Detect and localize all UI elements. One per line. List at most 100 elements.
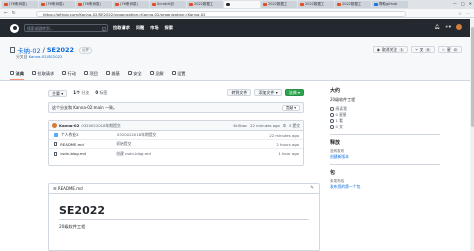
branch-select[interactable]: 主要 ▾	[48, 89, 68, 97]
repo-tab[interactable]: 拉取请求	[31, 71, 54, 80]
tab-icon	[62, 71, 67, 75]
scrollbar[interactable]	[470, 19, 474, 251]
repo-tab-label: 项目	[89, 71, 98, 76]
scrollbar-thumb[interactable]	[470, 27, 474, 127]
file-name[interactable]: README.md	[60, 142, 116, 147]
repo-tab-label: 设置	[177, 71, 186, 76]
commit-history-link[interactable]: 3 提交	[289, 123, 300, 129]
browser-tab[interactable]: 帮助github	[372, 1, 408, 8]
file-row[interactable]: README.md 初始提交 2 hours ago	[49, 140, 303, 149]
fork-button[interactable]: ⑂ 叉 0	[411, 46, 435, 53]
branch-count[interactable]: 1个 分支	[73, 90, 89, 96]
watch-count: 1	[399, 47, 405, 52]
bell-icon[interactable]: 🔔︎	[434, 25, 440, 30]
repo-tab[interactable]: 见解	[149, 71, 164, 80]
repo-tabs: 法典 拉取请求 行动 项目 维基 安全 见解 设置	[10, 71, 186, 80]
browser-tab[interactable]: Scratch创	[150, 1, 186, 8]
nav-issues[interactable]: 问题	[136, 25, 144, 31]
code-button[interactable]: 法典 ▾	[284, 89, 304, 96]
browser-tab[interactable]: (76条消息)	[2, 1, 38, 8]
divider	[330, 134, 440, 135]
file-row[interactable]: csdn-blog.md 创建 csdn-blog.md 1 hour ago	[49, 149, 303, 158]
releases-title[interactable]: 释放	[330, 139, 440, 146]
github-logo-icon[interactable]	[10, 23, 19, 33]
about-title: 大约	[330, 88, 341, 94]
commit-hash[interactable]: 6c5bac	[233, 123, 247, 129]
repo-tab[interactable]: 项目	[84, 71, 98, 80]
fork-icon	[330, 125, 334, 129]
extensions-icon[interactable]: ⋯	[466, 11, 470, 16]
minimize-icon[interactable]: —	[453, 1, 457, 6]
create-release-link[interactable]: 创建新版本	[330, 154, 440, 160]
browser-tab[interactable]: 2022数据工	[335, 1, 371, 8]
repo-tab[interactable]: 维基	[105, 71, 120, 80]
star-icon[interactable]: ☆	[458, 11, 462, 16]
github-favicon-icon	[226, 2, 230, 7]
nav-explore[interactable]: 探索	[165, 25, 173, 31]
book-icon	[330, 107, 334, 111]
file-time: 2 hours ago	[276, 141, 299, 147]
packages-title[interactable]: 包	[330, 169, 440, 176]
browser-tab[interactable]: 2022数据工	[298, 1, 334, 8]
csdn-favicon-icon	[152, 2, 156, 7]
repo-tab[interactable]: 设置	[171, 71, 186, 80]
stat-forks[interactable]: 0 叉	[330, 124, 440, 130]
latest-commit: Kanna-02 0320022018年期提交 6c5bac 22 minute…	[49, 121, 303, 131]
repo-tab-label: 安全	[133, 71, 142, 76]
file-name[interactable]: csdn-blog.md	[60, 151, 116, 156]
nav-marketplace[interactable]: 市场	[150, 25, 158, 31]
add-file-button[interactable]: 添加文件 ▾	[254, 89, 282, 96]
forked-from-link[interactable]: Kanna-02/SE2022	[29, 54, 63, 59]
search-placeholder: 搜索或跳转到...	[27, 26, 54, 31]
github-header: 搜索或跳转到... / 拉取请求 问题 市场 探索 🔔︎ +▾	[0, 19, 474, 37]
reload-icon[interactable]: ↻	[12, 11, 16, 16]
goto-file-button[interactable]: 转到文件	[227, 89, 252, 96]
visibility-badge: 公开	[79, 46, 93, 54]
browser-tab[interactable]: 2022数据工	[187, 1, 223, 8]
file-commit-message[interactable]: 初始提交	[116, 141, 256, 147]
repo-name-link[interactable]: SE2022	[47, 46, 74, 54]
close-icon[interactable]: ✕	[469, 1, 472, 6]
avatar[interactable]	[52, 123, 57, 128]
divider	[330, 164, 440, 165]
url-field[interactable]: https://github.com/Kanna-02/SE2022/organ…	[36, 10, 406, 17]
csdn-favicon-icon	[78, 2, 82, 7]
browser-tab[interactable]	[224, 1, 260, 8]
contribute-button[interactable]: 贡献 ▾	[281, 105, 300, 111]
repo-tab[interactable]: 安全	[127, 71, 142, 80]
csdn-favicon-icon	[41, 2, 45, 7]
plus-icon[interactable]: +▾	[445, 25, 451, 30]
readme-description: 20级软件工程	[59, 224, 86, 229]
file-commit-message[interactable]: 0320022018年期提交	[117, 132, 257, 138]
tab-icon	[84, 71, 89, 75]
csdn-favicon-icon	[4, 2, 8, 7]
tag-count[interactable]: 0 标签	[95, 90, 107, 96]
nav-pull-requests[interactable]: 拉取请求	[113, 25, 130, 31]
file-name[interactable]: 个人作业2	[61, 132, 117, 138]
repo-tab[interactable]: 行动	[62, 71, 76, 80]
branch-count-label: 分支	[81, 90, 90, 95]
file-row[interactable]: 个人作业2 0320022018年期提交 22 minutes ago	[49, 131, 303, 140]
commit-message[interactable]: 0320022018年期提交	[81, 123, 120, 129]
repo-tab[interactable]: 法典	[10, 71, 24, 80]
star-button[interactable]: ☆ 星 0	[437, 46, 462, 53]
avatar[interactable]	[456, 24, 462, 30]
main-content: 主要 ▾ 1个 分支 0 标签 转到文件 添加文件 ▾ 法典 ▾ 这个分支和 K…	[0, 81, 474, 251]
publish-package-link[interactable]: 发布您的第一个包	[330, 184, 440, 190]
branch-toolbar: 主要 ▾ 1个 分支 0 标签 转到文件 添加文件 ▾ 法典 ▾	[48, 89, 304, 97]
commit-author[interactable]: Kanna-02	[59, 123, 79, 128]
edit-icon[interactable]: ✎	[310, 184, 314, 193]
commit-time: 22 minutes ago	[250, 122, 280, 128]
repo-tab-label: 法典	[15, 71, 24, 76]
browser-tab[interactable]: 2022数据工	[261, 1, 297, 8]
search-input[interactable]: 搜索或跳转到... /	[24, 24, 108, 32]
back-icon[interactable]: ←	[4, 11, 8, 16]
file-commit-message[interactable]: 创建 csdn-blog.md	[116, 151, 256, 157]
watch-button[interactable]: ◉ 取消关注 1	[372, 46, 409, 53]
fork-count: 0	[425, 47, 431, 52]
browser-tab[interactable]: (76条消息)	[39, 1, 75, 8]
browser-tab[interactable]: (76条消息)	[113, 1, 149, 8]
browser-tab[interactable]: (76条消息)	[76, 1, 112, 8]
star-label: 星	[447, 46, 451, 52]
maximize-icon[interactable]: □	[461, 1, 465, 6]
